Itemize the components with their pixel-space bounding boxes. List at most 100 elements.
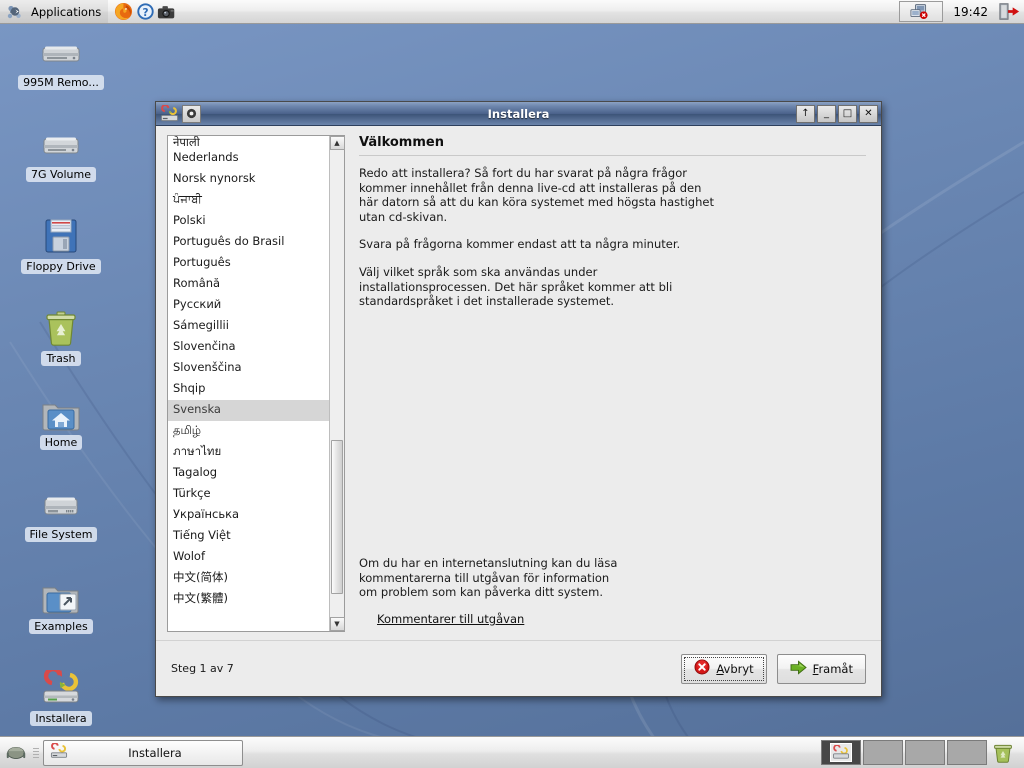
desktop-icon-label: Trash <box>41 351 81 366</box>
footer-buttons: Avbryt Framåt <box>681 653 866 684</box>
desktop-icon-label: File System <box>24 527 98 542</box>
forward-label: Framåt <box>812 661 853 676</box>
desktop-icon-examples[interactable]: Examples <box>6 572 116 634</box>
maximize-button[interactable]: □ <box>838 104 857 123</box>
applications-menu-label: Applications <box>31 4 102 19</box>
cancel-label: Avbryt <box>716 661 754 676</box>
window-footer: Steg 1 av 7 Avbryt Framåt <box>156 640 881 696</box>
language-list-item[interactable]: Sámegillii <box>168 316 329 337</box>
scroll-down-arrow-icon[interactable]: ▼ <box>329 617 345 631</box>
close-button[interactable]: ✕ <box>859 104 878 123</box>
desktop-icon-installera[interactable]: Installera <box>6 664 116 726</box>
welcome-content: Välkommen Redo att installera? Så fort d… <box>355 135 870 632</box>
language-list-scrollbar[interactable]: ▲ ▼ <box>329 136 345 631</box>
forward-arrow-icon <box>790 659 807 678</box>
window-menu-button[interactable] <box>182 104 201 123</box>
language-list-item[interactable]: Tiếng Việt <box>168 526 329 547</box>
language-list-item[interactable]: Українська <box>168 505 329 526</box>
harddisk-volume-icon <box>37 120 85 164</box>
svg-text:?: ? <box>142 7 148 19</box>
scrollbar-track[interactable] <box>330 150 345 617</box>
language-list-item[interactable]: 中文(简体) <box>168 568 329 589</box>
desktop-icon-label: 995M Remo... <box>18 75 104 90</box>
top-panel-tray: 19:42 <box>899 0 1024 23</box>
language-list-item[interactable]: Nederlands <box>168 148 329 169</box>
cancel-button[interactable]: Avbryt <box>681 653 767 684</box>
workspace-3[interactable] <box>905 740 945 765</box>
help-icon[interactable]: ? <box>134 1 156 23</box>
language-list-item[interactable]: ਪੰਜਾਬੀ <box>168 190 329 211</box>
desktop-icon-floppy-drive[interactable]: Floppy Drive <box>6 212 116 274</box>
window-titlebar[interactable]: Installera ↑ _ □ ✕ <box>156 102 881 126</box>
applications-menu[interactable]: Applications <box>0 0 109 23</box>
welcome-paragraph-1: Redo att installera? Så fort du har svar… <box>359 166 714 224</box>
language-list-item[interactable]: Slovenščina <box>168 358 329 379</box>
language-list-item[interactable]: Slovenčina <box>168 337 329 358</box>
top-panel-left: Applications ? <box>0 0 178 23</box>
desktop-icon-7g-volume[interactable]: 7G Volume <box>6 120 116 182</box>
language-selector[interactable]: नेपाली Nederlands Norsk nynorsk ਪੰਜਾਬੀ Polsk… <box>167 135 345 632</box>
language-list-item[interactable]: Português <box>168 253 329 274</box>
scrollbar-thumb[interactable] <box>330 439 343 594</box>
minimize-button[interactable]: _ <box>817 104 836 123</box>
workspace-4[interactable] <box>947 740 987 765</box>
desktop-icon-label: Floppy Drive <box>21 259 101 274</box>
desktop-icon-file-system[interactable]: File System <box>6 480 116 542</box>
clock[interactable]: 19:42 <box>947 5 994 19</box>
language-list-item[interactable]: Svenska <box>168 400 329 421</box>
forward-button[interactable]: Framåt <box>776 653 866 684</box>
taskbar-item-installera[interactable]: Installera <box>43 739 243 766</box>
taskbar-installer-icon <box>50 741 68 763</box>
page-title: Välkommen <box>359 135 444 150</box>
language-list-item[interactable]: Shqip <box>168 379 329 400</box>
firefox-icon[interactable] <box>112 1 134 23</box>
language-list-item[interactable]: Norsk nynorsk <box>168 169 329 190</box>
release-notes-link[interactable]: Kommentarer till utgåvan <box>377 612 866 626</box>
language-list-item[interactable]: Русский <box>168 295 329 316</box>
desktop-icon-995m-remo[interactable]: 995M Remo... <box>6 28 116 90</box>
network-disconnected-icon[interactable] <box>899 1 944 22</box>
window-main-area: नेपाली Nederlands Norsk nynorsk ਪੰਜਾਬੀ Polsk… <box>156 135 881 632</box>
applications-menu-icon <box>4 1 26 23</box>
window-body: नेपाली Nederlands Norsk nynorsk ਪੰਜਾਬੀ Polsk… <box>156 126 881 696</box>
desktop-icon-trash[interactable]: Trash <box>6 304 116 366</box>
workspace-window-thumbnail <box>830 743 852 762</box>
camera-icon[interactable] <box>156 1 178 23</box>
installer-window: Installera ↑ _ □ ✕ नेपाली Nederlands Norsk… <box>155 101 882 697</box>
language-list-item[interactable]: नेपाली <box>168 136 329 148</box>
release-notes-note: Om du har en internetanslutning kan du l… <box>359 556 618 600</box>
examples-folder-link-icon <box>37 572 85 616</box>
workspace-switcher[interactable] <box>821 740 987 765</box>
installer-window-icon <box>159 104 179 124</box>
language-list-item[interactable]: Português do Brasil <box>168 232 329 253</box>
language-list-item[interactable]: Wolof <box>168 547 329 568</box>
desktop-icon-label: Examples <box>29 619 93 634</box>
window-title: Installera <box>487 106 550 121</box>
desktop-icon-label: 7G Volume <box>26 167 96 182</box>
installer-icon <box>37 664 85 708</box>
language-list-item[interactable]: 中文(繁體) <box>168 589 329 610</box>
scroll-up-arrow-icon[interactable]: ▲ <box>329 136 345 150</box>
language-list-item[interactable]: Română <box>168 274 329 295</box>
step-indicator: Steg 1 av 7 <box>171 662 234 675</box>
language-list-item[interactable]: Türkçe <box>168 484 329 505</box>
desktop-icon-home[interactable]: Home <box>6 388 116 450</box>
language-list-item[interactable]: ภาษาไทย <box>168 442 329 463</box>
language-list-item[interactable]: Polski <box>168 211 329 232</box>
panel-grip[interactable] <box>33 743 39 763</box>
trash-tray-icon[interactable] <box>989 739 1017 766</box>
logout-icon[interactable] <box>998 1 1020 23</box>
language-list-item[interactable]: Tagalog <box>168 463 329 484</box>
taskbar-item-label: Installera <box>128 745 182 760</box>
trash-icon <box>37 304 85 348</box>
language-list-item[interactable]: தமிழ் <box>168 421 329 442</box>
workspace-1[interactable] <box>821 740 861 765</box>
shade-button[interactable]: ↑ <box>796 104 815 123</box>
language-list[interactable]: नेपाली Nederlands Norsk nynorsk ਪੰਜਾਬੀ Polsk… <box>168 136 329 631</box>
show-desktop-icon[interactable] <box>3 740 29 766</box>
window-controls: ↑ _ □ ✕ <box>796 104 878 123</box>
floppy-drive-icon <box>37 212 85 256</box>
workspace-2[interactable] <box>863 740 903 765</box>
bottom-panel: Installera <box>0 736 1024 768</box>
